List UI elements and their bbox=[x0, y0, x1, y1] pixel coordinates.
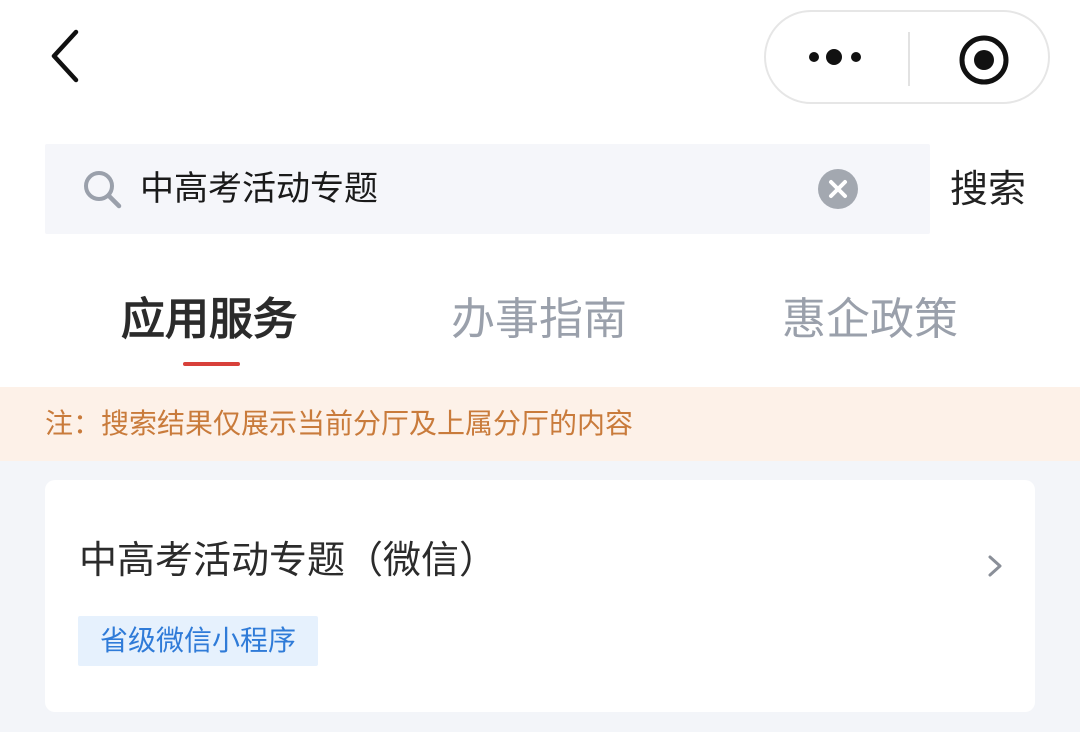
capsule-divider bbox=[908, 32, 910, 86]
top-navigation-bar bbox=[0, 0, 1080, 120]
close-miniprogram-button[interactable] bbox=[956, 32, 1012, 88]
search-bar: 中高考活动专题 搜索 bbox=[45, 144, 1045, 234]
more-dots-icon bbox=[809, 49, 861, 65]
result-card[interactable]: 中高考活动专题（微信） 省级微信小程序 bbox=[45, 480, 1035, 712]
result-tag: 省级微信小程序 bbox=[78, 616, 319, 666]
clear-input-icon[interactable] bbox=[818, 169, 858, 209]
chevron-right-icon bbox=[985, 552, 1005, 580]
search-input[interactable]: 中高考活动专题 bbox=[140, 144, 378, 234]
tab-enterprise-policies[interactable]: 惠企政策 bbox=[782, 275, 958, 365]
notice-text: 注：搜索结果仅展示当前分厅及上属分厅的内容 bbox=[45, 407, 634, 440]
more-button[interactable] bbox=[806, 42, 866, 72]
result-title: 中高考活动专题（微信） bbox=[79, 538, 498, 582]
search-notice-banner: 注：搜索结果仅展示当前分厅及上属分厅的内容 bbox=[0, 387, 1080, 461]
search-icon bbox=[81, 168, 125, 212]
tab-guides[interactable]: 办事指南 bbox=[451, 275, 627, 365]
search-button[interactable]: 搜索 bbox=[950, 144, 1026, 234]
active-tab-indicator bbox=[183, 362, 240, 366]
search-input-container[interactable]: 中高考活动专题 bbox=[45, 144, 930, 234]
tab-app-services[interactable]: 应用服务 bbox=[121, 275, 297, 365]
miniprogram-capsule bbox=[764, 10, 1050, 104]
category-tabs: 应用服务 办事指南 惠企政策 bbox=[0, 275, 1080, 375]
chevron-left-icon bbox=[51, 29, 79, 83]
target-circle-icon bbox=[959, 35, 1009, 85]
back-button[interactable] bbox=[40, 24, 100, 88]
